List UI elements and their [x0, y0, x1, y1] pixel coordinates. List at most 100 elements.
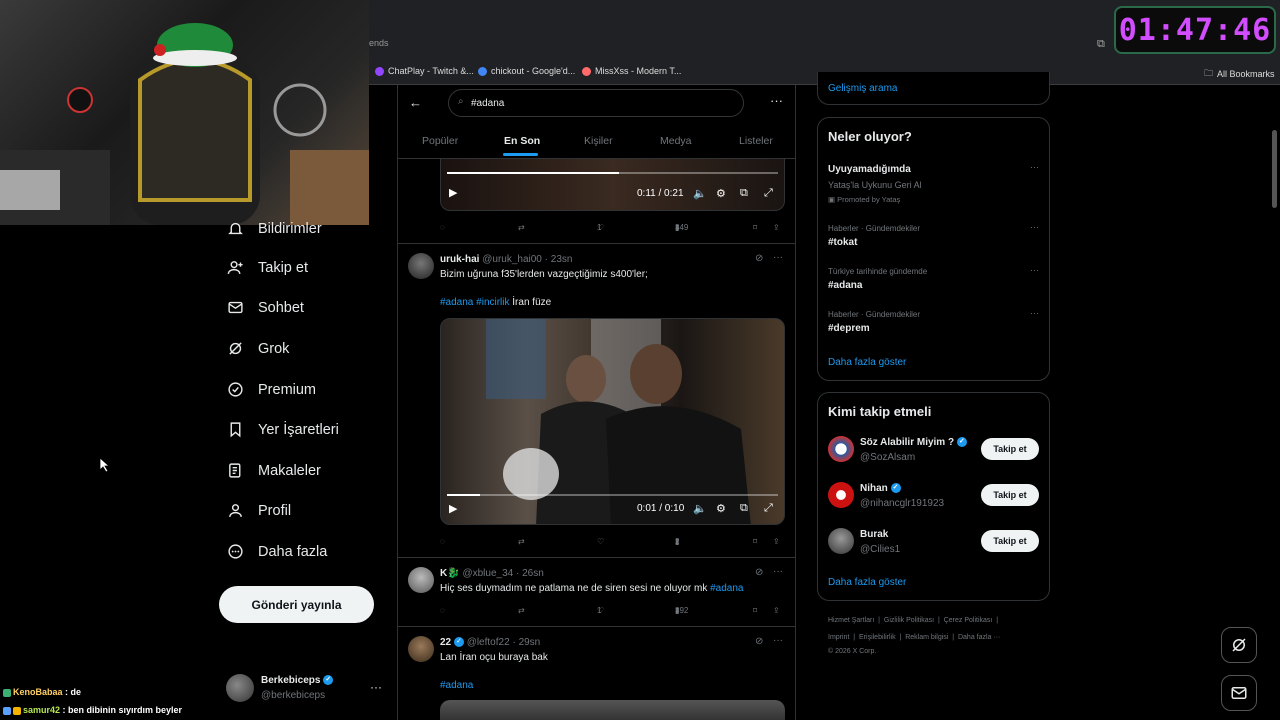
- nav-more[interactable]: Daha fazla: [227, 543, 327, 560]
- settings-icon[interactable]: ⚙: [716, 502, 726, 515]
- footer-link[interactable]: Daha fazla ···: [958, 634, 1000, 641]
- avatar[interactable]: [408, 567, 434, 593]
- extension-icon[interactable]: ⧉: [1097, 38, 1105, 51]
- avatar[interactable]: [828, 436, 854, 462]
- fullscreen-icon[interactable]: ⤢: [764, 502, 773, 515]
- nav-profile[interactable]: Profil: [227, 502, 291, 519]
- footer-link[interactable]: Erişilebilirlik: [859, 634, 896, 641]
- hashtag-link[interactable]: #adana: [440, 297, 473, 308]
- trend-item[interactable]: Haberler · Gündemdekiler #deprem: [828, 310, 920, 334]
- suggestion-name[interactable]: Burak: [860, 529, 888, 540]
- footer-link[interactable]: Hizmet Şartları: [828, 617, 874, 624]
- footer-link[interactable]: Çerez Politikası: [944, 617, 993, 624]
- nav-premium[interactable]: Premium: [227, 381, 316, 398]
- video-progress[interactable]: [447, 172, 778, 174]
- trend-item[interactable]: Türkiye tarihinde gündemde #adana: [828, 267, 927, 291]
- advanced-search-link[interactable]: Gelişmiş arama: [828, 83, 897, 94]
- retweet-icon[interactable]: ⇄: [518, 223, 525, 232]
- messages-float-button[interactable]: [1221, 675, 1257, 711]
- hashtag-link[interactable]: #adana: [440, 679, 473, 693]
- trend-item[interactable]: Haberler · Gündemdekiler #tokat: [828, 224, 920, 248]
- more-icon[interactable]: ···: [1030, 162, 1039, 172]
- follow-button[interactable]: Takip et: [981, 530, 1039, 552]
- avatar[interactable]: [828, 482, 854, 508]
- author-name[interactable]: uruk-hai: [440, 254, 479, 265]
- author-handle[interactable]: @xblue_34: [462, 568, 513, 579]
- play-icon[interactable]: ▶: [449, 502, 457, 515]
- avatar[interactable]: [828, 528, 854, 554]
- nav-articles[interactable]: Makaleler: [227, 462, 321, 479]
- tab-lists[interactable]: Listeler: [739, 135, 773, 147]
- tab-media[interactable]: Medya: [660, 135, 692, 147]
- bookmark-chatplay[interactable]: ChatPlay - Twitch &...: [375, 66, 474, 76]
- fullscreen-icon[interactable]: ⤢: [764, 187, 773, 200]
- nav-notifications[interactable]: Bildirimler: [227, 220, 322, 237]
- retweet-icon[interactable]: ⇄: [518, 537, 525, 546]
- avatar[interactable]: [408, 253, 434, 279]
- grok-icon[interactable]: ⊘: [755, 636, 763, 647]
- footer-link[interactable]: Gizlilik Politikası: [884, 617, 934, 624]
- back-arrow-icon[interactable]: ←: [409, 95, 422, 110]
- search-input[interactable]: ⌕ #adana: [448, 89, 744, 117]
- tweet-media[interactable]: [440, 700, 785, 720]
- more-icon[interactable]: ···: [1030, 222, 1039, 232]
- post-button[interactable]: Gönderi yayınla: [219, 586, 374, 623]
- tweet-time[interactable]: 26sn: [522, 568, 544, 579]
- tab-latest[interactable]: En Son: [504, 135, 540, 147]
- bookmark-icon[interactable]: ⌑: [753, 606, 757, 615]
- scrollbar-thumb[interactable]: [1272, 130, 1277, 208]
- volume-icon[interactable]: 🔈: [693, 187, 707, 200]
- more-icon[interactable]: ···: [1030, 265, 1039, 275]
- author-handle[interactable]: @uruk_hai00: [482, 254, 542, 265]
- nav-follow[interactable]: Takip et: [227, 259, 308, 276]
- hashtag-link[interactable]: #adana: [710, 583, 743, 594]
- bookmark-icon[interactable]: ⌑: [753, 537, 757, 546]
- share-icon[interactable]: ⇪: [773, 223, 780, 232]
- avatar[interactable]: [408, 636, 434, 662]
- footer-link[interactable]: Reklam bilgisi: [905, 634, 948, 641]
- avatar[interactable]: [226, 674, 254, 702]
- pip-icon[interactable]: ⧉: [740, 187, 748, 200]
- reply-icon[interactable]: ◌: [440, 537, 445, 546]
- grok-icon[interactable]: ⊘: [755, 567, 763, 578]
- author-name[interactable]: 22: [440, 637, 451, 648]
- follow-button[interactable]: Takip et: [981, 438, 1039, 460]
- all-bookmarks[interactable]: 🗀 All Bookmarks: [1204, 66, 1275, 82]
- suggestion-name[interactable]: Nihan ✓: [860, 483, 901, 494]
- volume-icon[interactable]: 🔈: [693, 502, 707, 515]
- tweet-video[interactable]: ▶ 0:11 / 0:21 🔈 ⚙ ⧉ ⤢: [440, 159, 785, 211]
- nav-grok[interactable]: Grok: [227, 340, 289, 357]
- video-progress[interactable]: [447, 494, 778, 496]
- author-handle[interactable]: @leftof22: [467, 637, 510, 648]
- footer-link[interactable]: Imprint: [828, 634, 849, 641]
- more-icon[interactable]: ···: [773, 566, 783, 577]
- show-more-link[interactable]: Daha fazla göster: [828, 577, 906, 588]
- share-icon[interactable]: ⇪: [773, 537, 780, 546]
- tab-popular[interactable]: Popüler: [422, 135, 458, 147]
- retweet-icon[interactable]: ⇄: [518, 606, 525, 615]
- bookmark-chickout[interactable]: chickout - Google'd...: [478, 66, 575, 76]
- nav-chat[interactable]: Sohbet: [227, 299, 304, 316]
- promoted-trend[interactable]: Uyuyamadığımda Yataş'la Uykunu Geri Al ▣…: [828, 164, 922, 204]
- more-options-icon[interactable]: ···: [770, 93, 783, 108]
- follow-button[interactable]: Takip et: [981, 484, 1039, 506]
- grok-float-button[interactable]: [1221, 627, 1257, 663]
- show-more-link[interactable]: Daha fazla göster: [828, 357, 906, 368]
- share-icon[interactable]: ⇪: [773, 606, 780, 615]
- hashtag-link[interactable]: #incirlik: [476, 297, 509, 308]
- play-icon[interactable]: ▶: [449, 186, 457, 199]
- reply-icon[interactable]: ◌: [440, 223, 445, 232]
- bookmark-icon[interactable]: ⌑: [753, 223, 757, 232]
- tweet-time[interactable]: 23sn: [551, 254, 573, 265]
- tab-people[interactable]: Kişiler: [584, 135, 613, 147]
- reply-icon[interactable]: ◌: [440, 606, 445, 615]
- account-switcher[interactable]: Berkebiceps ✓: [261, 675, 334, 686]
- author-name[interactable]: K🐉: [440, 568, 460, 579]
- grok-icon[interactable]: ⊘: [755, 253, 763, 264]
- settings-icon[interactable]: ⚙: [716, 187, 726, 200]
- more-icon[interactable]: ···: [773, 635, 783, 646]
- pip-icon[interactable]: ⧉: [740, 502, 748, 515]
- tweet-time[interactable]: 29sn: [519, 637, 541, 648]
- bookmark-missxss[interactable]: MissXss - Modern T...: [582, 66, 681, 76]
- nav-bookmarks[interactable]: Yer İşaretleri: [227, 421, 339, 438]
